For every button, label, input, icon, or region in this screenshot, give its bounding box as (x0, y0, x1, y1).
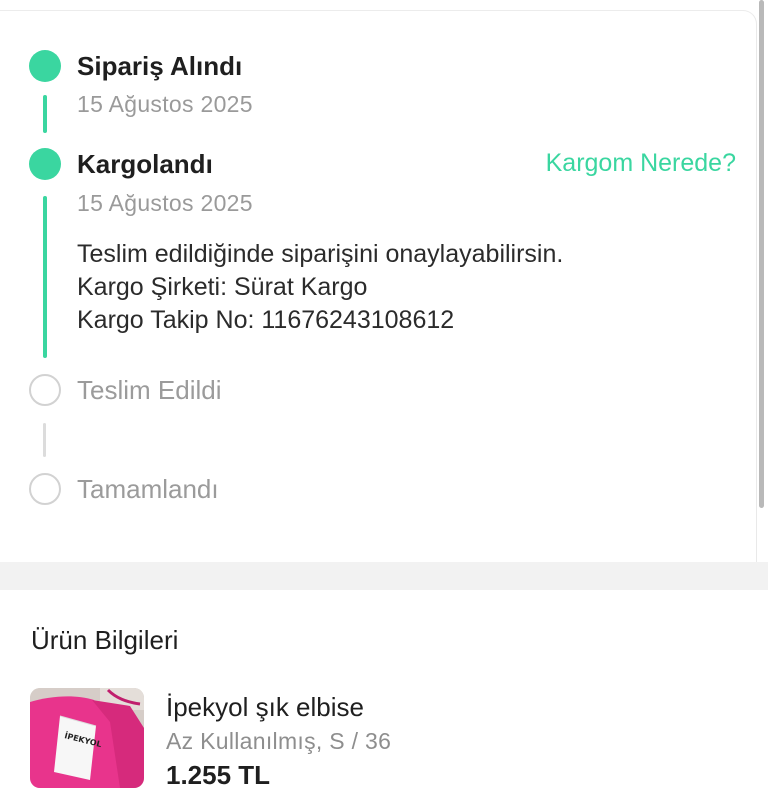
step-title-completed: Tamamlandı (77, 474, 219, 504)
where-is-my-cargo-link[interactable]: Kargom Nerede? (546, 148, 736, 178)
shipment-details: Teslim edildiğinde siparişini onaylayabi… (77, 238, 563, 337)
product-name: İpekyol şık elbise (166, 692, 364, 722)
shipment-carrier-line: Kargo Şirketi: Sürat Kargo (77, 273, 368, 301)
step-completed-icon (29, 50, 61, 82)
shipment-note-line: Teslim edildiğinde siparişini onaylayabi… (77, 240, 564, 268)
step-pending-icon (29, 473, 61, 505)
step-title-order-received: Sipariş Alındı (77, 51, 243, 81)
step-date-order-received: 15 Ağustos 2025 (77, 91, 253, 117)
dress-photo: İPEKYOL (30, 688, 144, 788)
timeline-connector (43, 423, 46, 457)
step-title-shipped: Kargolandı (77, 149, 213, 179)
shipment-tracking-line: Kargo Takip No: 11676243108612 (77, 306, 455, 334)
product-condition-size: Az Kullanılmış, S / 36 (166, 728, 392, 754)
step-pending-icon (29, 374, 61, 406)
timeline-connector (43, 196, 47, 358)
scrollbar[interactable] (759, 0, 764, 508)
product-thumbnail[interactable]: İPEKYOL (30, 688, 144, 788)
step-completed-icon (29, 148, 61, 180)
step-title-delivered: Teslim Edildi (77, 375, 222, 405)
product-price: 1.255 TL (166, 760, 271, 790)
section-divider (0, 562, 768, 590)
timeline-connector (43, 95, 47, 133)
product-info-title: Ürün Bilgileri (31, 625, 179, 655)
step-date-shipped: 15 Ağustos 2025 (77, 190, 253, 216)
